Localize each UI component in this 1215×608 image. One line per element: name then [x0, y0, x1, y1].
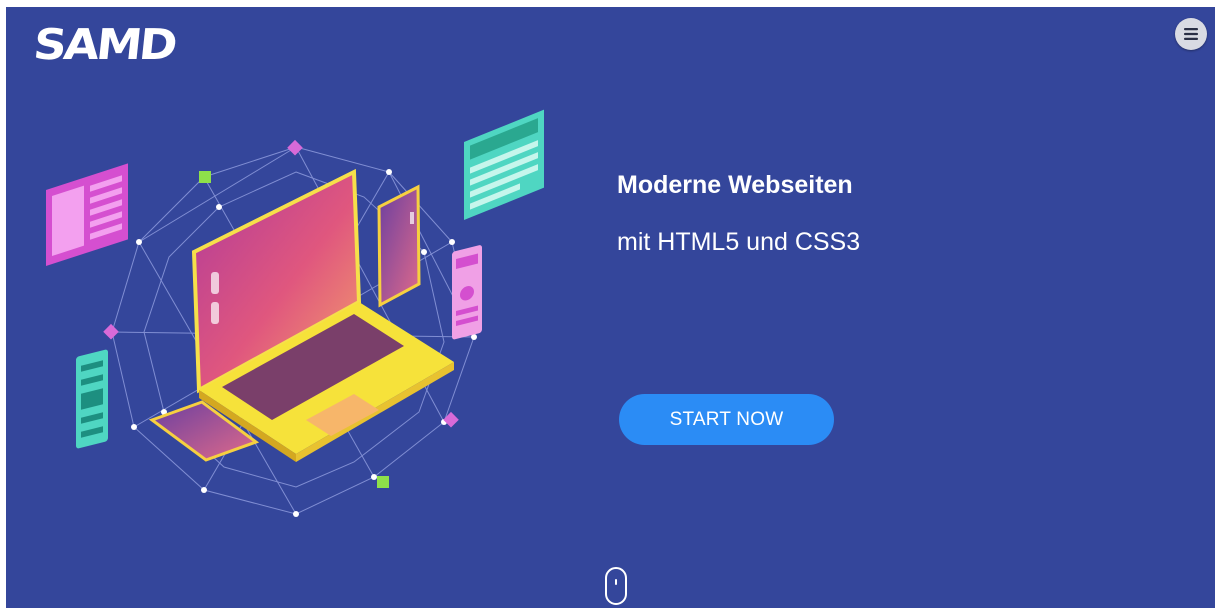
start-now-button[interactable]: START NOW: [619, 394, 834, 445]
menu-button[interactable]: [1175, 18, 1207, 50]
site-logo[interactable]: SAMD: [31, 19, 177, 69]
hero-subline: mit HTML5 und CSS3: [617, 228, 861, 256]
laptop-network-illustration: [46, 109, 544, 517]
hamburger-icon: [1184, 28, 1198, 40]
hero-section: SAMD Moderne Webseiten mit HTML5 und CSS…: [6, 7, 1215, 608]
mouse-scroll-icon[interactable]: [604, 566, 628, 606]
hero-headline: Moderne Webseiten: [617, 171, 853, 199]
